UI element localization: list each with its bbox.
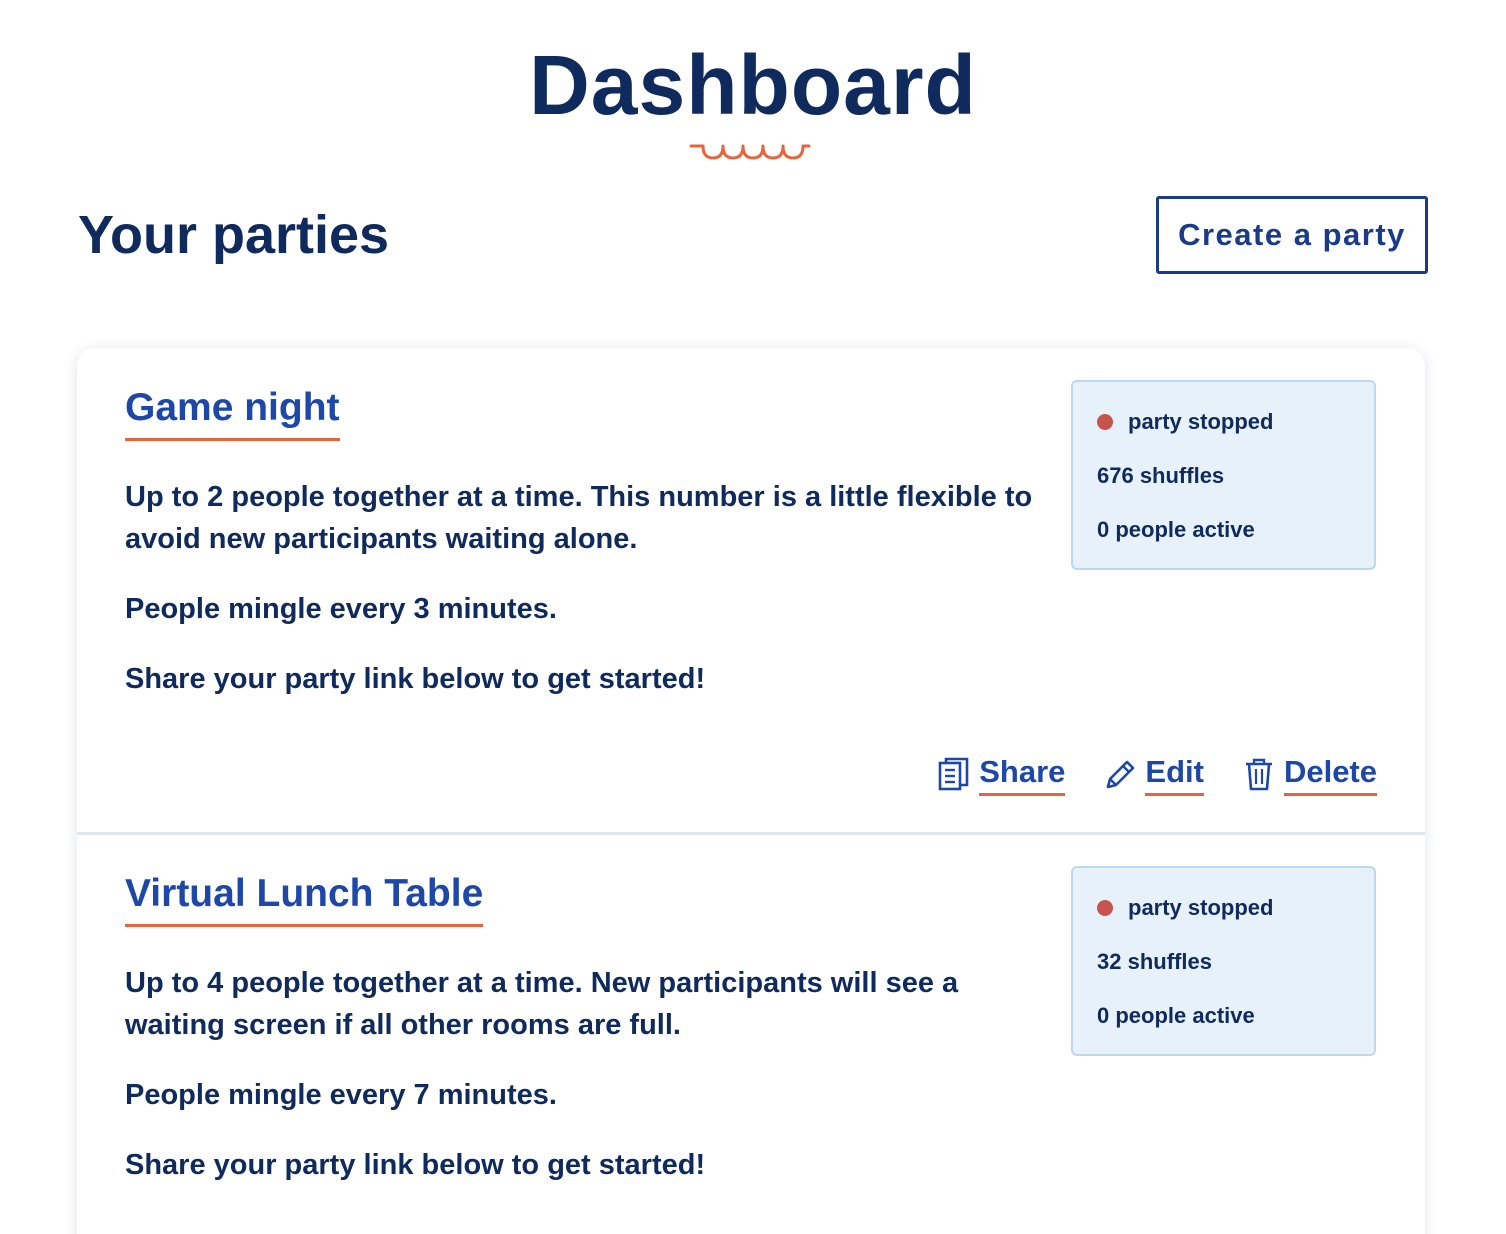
- party-name[interactable]: Game night: [125, 382, 340, 441]
- party-mingle-text: People mingle every 7 minutes.: [125, 1074, 557, 1116]
- active-people-count: 0 people active: [1097, 1003, 1255, 1028]
- party-status-box: party stopped 676 shuffles 0 people acti…: [1071, 380, 1376, 570]
- group-size-prefix: Up to: [125, 967, 208, 999]
- party-group-size-text: Up to 2 people together at a time. This …: [125, 476, 1055, 560]
- delete-button[interactable]: Delete: [1242, 752, 1377, 796]
- parties-section-header: Your parties Create a party: [78, 196, 1428, 276]
- group-size-suffix: people together at a time. This number i…: [125, 481, 1033, 555]
- mingle-prefix: People mingle every: [125, 1079, 414, 1111]
- shuffle-count: 676 shuffles: [1097, 463, 1225, 488]
- party-share-hint: Share your party link below to get start…: [125, 1149, 706, 1181]
- party-name[interactable]: Virtual Lunch Table: [125, 868, 484, 927]
- mingle-suffix: minutes.: [429, 1079, 557, 1111]
- mingle-suffix: minutes.: [429, 593, 557, 625]
- shuffle-count: 32 shuffles: [1097, 949, 1212, 974]
- edit-button[interactable]: Edit: [1103, 752, 1204, 796]
- stopped-status-dot-icon: [1097, 900, 1113, 916]
- party-item: Game night Up to 2 people together at a …: [77, 348, 1425, 835]
- party-share-hint: Share your party link below to get start…: [125, 663, 706, 695]
- document-copy-icon: [938, 757, 969, 791]
- group-size-prefix: Up to: [125, 481, 208, 513]
- parties-list: Game night Up to 2 people together at a …: [77, 348, 1425, 1234]
- active-people-count: 0 people active: [1097, 517, 1255, 542]
- share-button[interactable]: Share: [937, 752, 1066, 796]
- stopped-status-dot-icon: [1097, 414, 1113, 430]
- section-title: Your parties: [78, 205, 390, 265]
- pencil-icon: [1107, 760, 1135, 789]
- edit-label: Edit: [1145, 752, 1204, 796]
- status-state-row: party stopped: [1097, 406, 1350, 438]
- dashboard-page: Dashboard Your parties Create a party Ga…: [0, 0, 1506, 1234]
- page-title: Dashboard: [529, 38, 977, 132]
- share-label: Share: [979, 752, 1066, 796]
- status-state-label: party stopped: [1128, 895, 1274, 920]
- group-size-value: 4: [207, 967, 224, 999]
- title-squiggle-decoration: [689, 144, 811, 160]
- mingle-minutes-value: 7: [413, 1079, 430, 1111]
- party-group-size-text: Up to 4 people together at a time. New p…: [125, 962, 1055, 1046]
- party-status-box: party stopped 32 shuffles 0 people activ…: [1071, 866, 1376, 1056]
- party-mingle-text: People mingle every 3 minutes.: [125, 588, 557, 630]
- mingle-prefix: People mingle every: [125, 593, 414, 625]
- group-size-value: 2: [207, 481, 224, 513]
- status-state-label: party stopped: [1128, 409, 1274, 434]
- party-actions: Share Edit Delete: [899, 752, 1377, 802]
- create-party-button[interactable]: Create a party: [1156, 196, 1428, 274]
- trash-icon: [1245, 758, 1272, 791]
- group-size-suffix: people together at a time. New participa…: [125, 967, 959, 1041]
- status-state-row: party stopped: [1097, 892, 1350, 924]
- mingle-minutes-value: 3: [413, 593, 430, 625]
- party-item: Virtual Lunch Table Up to 4 people toget…: [77, 834, 1425, 1234]
- delete-label: Delete: [1283, 752, 1377, 796]
